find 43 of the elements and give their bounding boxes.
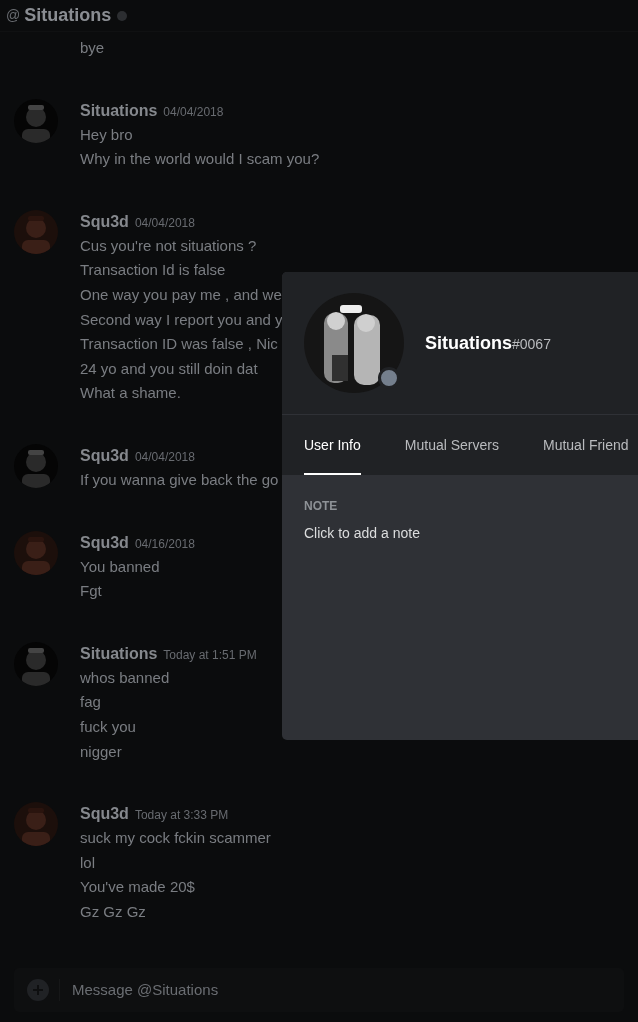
message-text: suck my cock fckin scammer (80, 828, 271, 849)
message-text: You've made 20$ (80, 877, 196, 898)
timestamp: Today at 1:51 PM (163, 646, 257, 664)
message-text: fuck you (80, 716, 137, 737)
channel-title: Situations (24, 4, 112, 27)
message-text: nigger (80, 741, 123, 762)
profile-discriminator: #0067 (512, 334, 551, 354)
message-text: You banned (80, 556, 161, 577)
message-text: 24 yo and you still doin dat (80, 358, 259, 379)
at-sign: @ (6, 6, 21, 25)
profile-tab[interactable]: User Info (304, 415, 361, 475)
message-input[interactable]: Message @Situations (72, 978, 624, 1002)
message-text: Gz Gz Gz (80, 901, 147, 922)
note-input[interactable]: Click to add a note (304, 523, 604, 544)
timestamp: Today at 3:33 PM (134, 807, 229, 825)
message-text: Cus you're not situations ? (80, 235, 258, 256)
author-name[interactable]: Squ3d (80, 209, 129, 234)
profile-tab[interactable]: Mutual Servers (404, 415, 499, 475)
author-name[interactable]: Situations (80, 98, 158, 123)
message-text: What a shame. (80, 383, 182, 404)
message-text: whos banned (80, 667, 171, 688)
profile-tab[interactable]: Mutual Friend (542, 415, 629, 475)
note-label: NOTE (304, 498, 339, 515)
profile-username: Situations (425, 331, 512, 355)
message-text: Fgt (80, 581, 103, 602)
author-name[interactable]: Squ3d (80, 443, 129, 468)
timestamp: 04/04/2018 (163, 103, 224, 121)
message-text: lol (80, 852, 96, 873)
message-text: Transaction ID was false , Nic (80, 334, 279, 355)
message-text: Why in the world would I scam you? (80, 149, 320, 170)
author-name[interactable]: Squ3d (80, 802, 129, 827)
message-text: Transaction Id is false (80, 260, 227, 281)
message-text: Second way I report you and y (80, 309, 283, 330)
message-text: fag (80, 692, 102, 713)
author-name[interactable]: Squ3d (80, 530, 129, 555)
message-text: Hey bro (80, 124, 134, 145)
message-text: bye (80, 38, 105, 58)
timestamp: 04/16/2018 (134, 535, 195, 553)
message-text: If you wanna give back the go (80, 469, 279, 490)
timestamp: 04/04/2018 (134, 448, 195, 466)
author-name[interactable]: Situations (80, 641, 158, 666)
timestamp: 04/04/2018 (134, 214, 195, 232)
message-text: One way you pay me , and we (80, 284, 283, 305)
